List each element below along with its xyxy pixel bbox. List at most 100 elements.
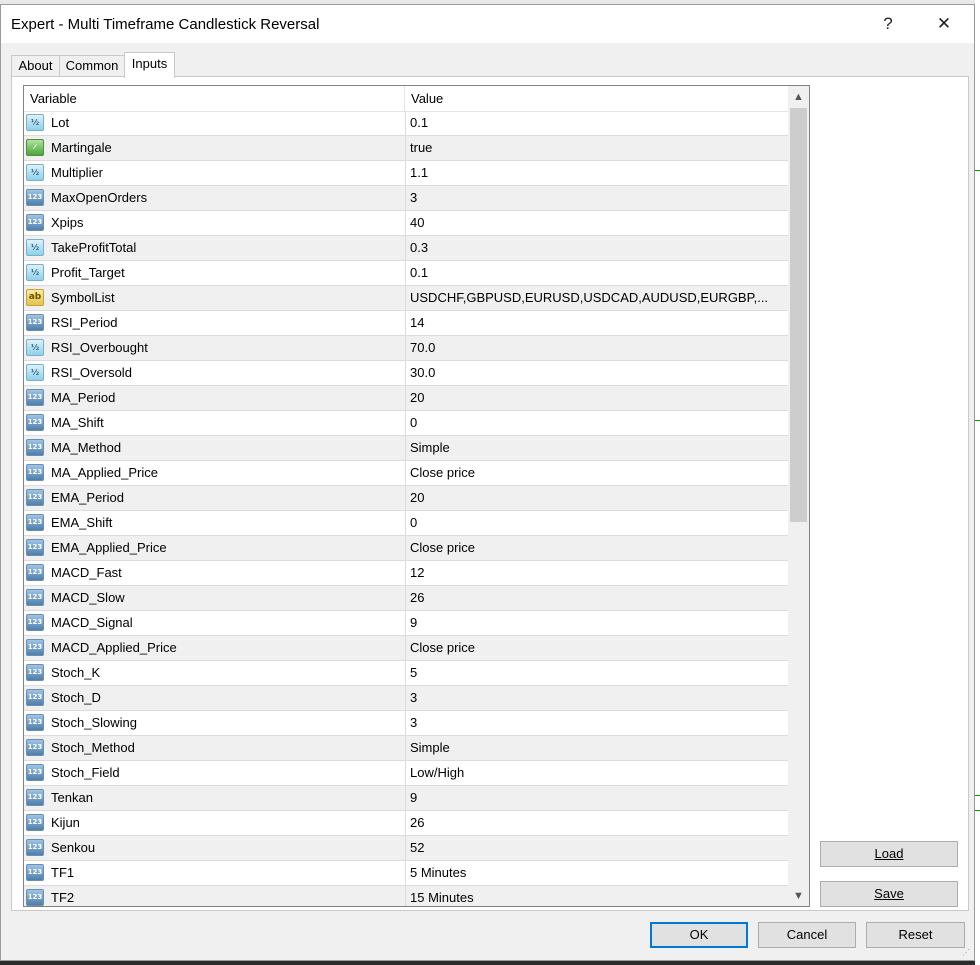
variable-name: TakeProfitTotal <box>51 240 137 255</box>
double-icon: ½ <box>26 164 44 181</box>
variable-name: Kijun <box>51 815 80 830</box>
string-icon: ab <box>26 289 44 306</box>
variable-value[interactable]: 3 <box>405 711 788 735</box>
cancel-button[interactable]: Cancel <box>758 922 856 948</box>
variable-value[interactable]: 1.1 <box>405 161 788 185</box>
variable-value[interactable]: Low/High <box>405 761 788 785</box>
table-row[interactable]: 123 Tenkan 9 <box>24 786 788 811</box>
variable-value[interactable]: 3 <box>405 186 788 210</box>
table-row[interactable]: 123 Kijun 26 <box>24 811 788 836</box>
resize-grip-icon[interactable]: ⋰ <box>962 948 972 958</box>
table-row[interactable]: ⁄ Martingale true <box>24 136 788 161</box>
load-button[interactable]: Load <box>820 841 958 867</box>
int-icon: 123 <box>26 214 44 231</box>
variable-value[interactable]: 14 <box>405 311 788 335</box>
variable-value[interactable]: USDCHF,GBPUSD,EURUSD,USDCAD,AUDUSD,EURGB… <box>405 286 788 310</box>
table-row[interactable]: ½ Lot 0.1 <box>24 111 788 136</box>
variable-name: Stoch_Field <box>51 765 120 780</box>
table-row[interactable]: 123 MA_Shift 0 <box>24 411 788 436</box>
variable-value[interactable]: 3 <box>405 686 788 710</box>
table-row[interactable]: 123 Stoch_D 3 <box>24 686 788 711</box>
variable-value[interactable]: 5 <box>405 661 788 685</box>
help-button[interactable]: ? <box>865 5 911 43</box>
variable-value[interactable]: Simple <box>405 736 788 760</box>
ok-button[interactable]: OK <box>650 922 748 948</box>
int-icon: 123 <box>26 514 44 531</box>
variable-value[interactable]: 0.1 <box>405 261 788 285</box>
variable-value[interactable]: 52 <box>405 836 788 860</box>
table-row[interactable]: ab SymbolList USDCHF,GBPUSD,EURUSD,USDCAD,… <box>24 286 788 311</box>
variable-value[interactable]: 20 <box>405 486 788 510</box>
table-row[interactable]: 123 Stoch_Field Low/High <box>24 761 788 786</box>
variable-value[interactable]: 12 <box>405 561 788 585</box>
variable-value[interactable]: Close price <box>405 536 788 560</box>
table-row[interactable]: 123 RSI_Period 14 <box>24 311 788 336</box>
table-row[interactable]: 123 MA_Applied_Price Close price <box>24 461 788 486</box>
scroll-down-button[interactable]: ▼ <box>788 885 809 906</box>
tab-inputs[interactable]: Inputs <box>124 52 175 78</box>
double-icon: ½ <box>26 339 44 356</box>
variable-name: Xpips <box>51 215 84 230</box>
table-row[interactable]: 123 EMA_Applied_Price Close price <box>24 536 788 561</box>
variable-value[interactable]: true <box>405 136 788 160</box>
table-row[interactable]: 123 TF2 15 Minutes <box>24 886 788 906</box>
int-icon: 123 <box>26 739 44 756</box>
table-row[interactable]: 123 Xpips 40 <box>24 211 788 236</box>
table-row[interactable]: 123 Stoch_Method Simple <box>24 736 788 761</box>
table-row[interactable]: 123 MACD_Slow 26 <box>24 586 788 611</box>
table-row[interactable]: ½ TakeProfitTotal 0.3 <box>24 236 788 261</box>
variable-name: Senkou <box>51 840 96 855</box>
table-row[interactable]: 123 MACD_Fast 12 <box>24 561 788 586</box>
tab-common[interactable]: Common <box>59 55 125 76</box>
variable-value[interactable]: 0.3 <box>405 236 788 260</box>
column-header-variable[interactable]: Variable <box>24 86 405 111</box>
variable-value[interactable]: 26 <box>405 586 788 610</box>
column-header-value[interactable]: Value <box>405 86 788 111</box>
variable-value[interactable]: 0 <box>405 511 788 535</box>
table-row[interactable]: 123 Stoch_K 5 <box>24 661 788 686</box>
variable-value[interactable]: Close price <box>405 461 788 485</box>
variable-name: SymbolList <box>51 290 115 305</box>
table-row[interactable]: 123 MACD_Signal 9 <box>24 611 788 636</box>
window-title: Expert - Multi Timeframe Candlestick Rev… <box>11 16 320 33</box>
table-row[interactable]: ½ RSI_Oversold 30.0 <box>24 361 788 386</box>
table-row[interactable]: 123 MA_Method Simple <box>24 436 788 461</box>
scroll-up-button[interactable]: ▲ <box>788 86 809 107</box>
save-button[interactable]: Save <box>820 881 958 907</box>
variable-value[interactable]: 0 <box>405 411 788 435</box>
variable-name: Martingale <box>51 140 112 155</box>
variable-value[interactable]: 30.0 <box>405 361 788 385</box>
vertical-scrollbar[interactable]: ▲ ▼ <box>788 86 809 906</box>
variable-name: RSI_Overbought <box>51 340 148 355</box>
variable-value[interactable]: 20 <box>405 386 788 410</box>
table-row[interactable]: 123 Senkou 52 <box>24 836 788 861</box>
table-row[interactable]: 123 EMA_Shift 0 <box>24 511 788 536</box>
variable-value[interactable]: 5 Minutes <box>405 861 788 885</box>
table-row[interactable]: 123 MACD_Applied_Price Close price <box>24 636 788 661</box>
variable-name: MaxOpenOrders <box>51 190 148 205</box>
table-row[interactable]: ½ Multiplier 1.1 <box>24 161 788 186</box>
reset-button[interactable]: Reset <box>866 922 965 948</box>
variable-value[interactable]: 9 <box>405 611 788 635</box>
background-chart-edge <box>975 0 980 965</box>
table-row[interactable]: 123 MA_Period 20 <box>24 386 788 411</box>
variable-value[interactable]: 0.1 <box>405 111 788 135</box>
variable-value[interactable]: 9 <box>405 786 788 810</box>
table-row[interactable]: ½ Profit_Target 0.1 <box>24 261 788 286</box>
table-row[interactable]: 123 EMA_Period 20 <box>24 486 788 511</box>
variable-value[interactable]: 15 Minutes <box>405 886 788 906</box>
close-button[interactable]: ✕ <box>921 5 967 43</box>
variable-value[interactable]: Simple <box>405 436 788 460</box>
variable-value[interactable]: 40 <box>405 211 788 235</box>
scrollbar-thumb[interactable] <box>790 108 807 522</box>
variable-name: MACD_Slow <box>51 590 125 605</box>
table-row[interactable]: ½ RSI_Overbought 70.0 <box>24 336 788 361</box>
int-icon: 123 <box>26 789 44 806</box>
variable-value[interactable]: 70.0 <box>405 336 788 360</box>
variable-value[interactable]: Close price <box>405 636 788 660</box>
table-row[interactable]: 123 Stoch_Slowing 3 <box>24 711 788 736</box>
table-row[interactable]: 123 TF1 5 Minutes <box>24 861 788 886</box>
variable-value[interactable]: 26 <box>405 811 788 835</box>
table-row[interactable]: 123 MaxOpenOrders 3 <box>24 186 788 211</box>
tab-about[interactable]: About <box>11 55 60 76</box>
